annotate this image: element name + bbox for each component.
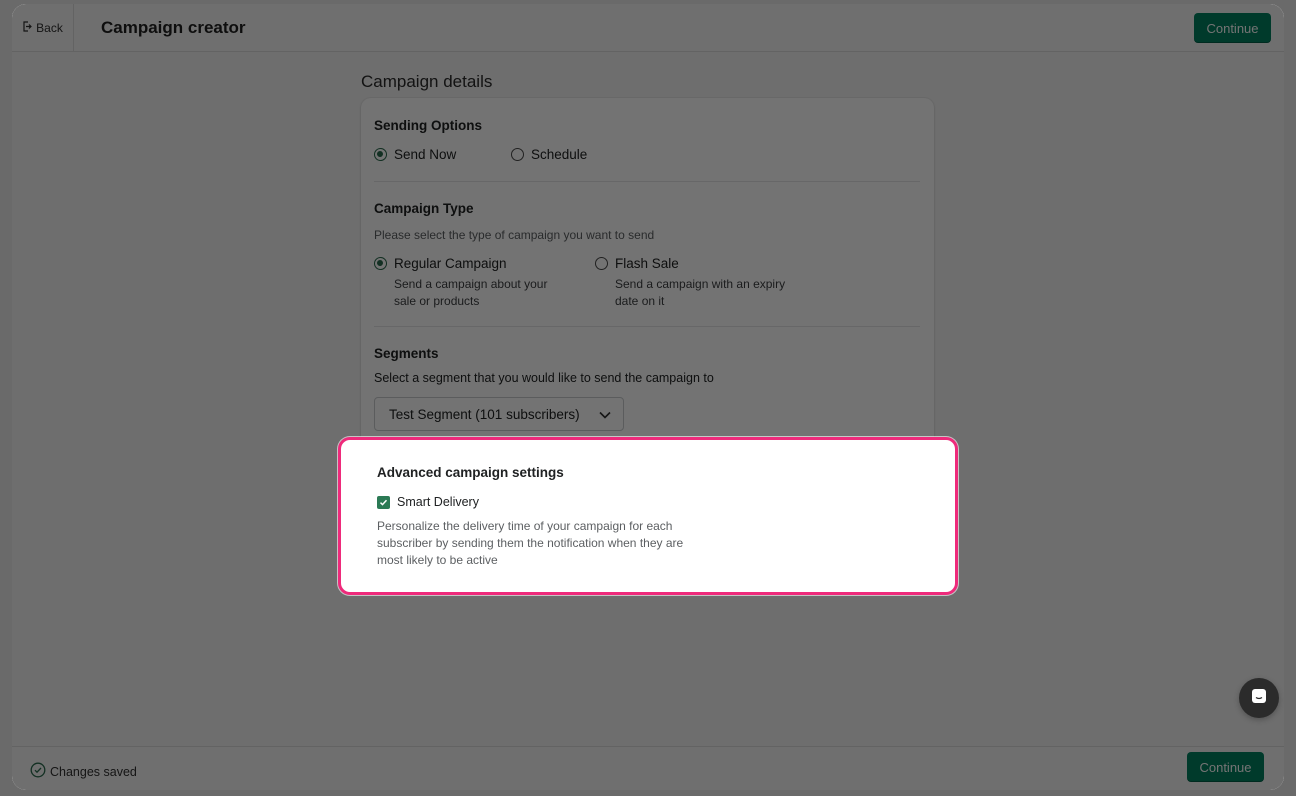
campaign-type-heading: Campaign Type xyxy=(374,201,474,216)
radio-button[interactable] xyxy=(374,148,387,161)
radio-button[interactable] xyxy=(511,148,524,161)
description-line: subscriber by sending them the notificat… xyxy=(377,536,684,550)
check-icon xyxy=(379,499,388,506)
radio-button[interactable] xyxy=(595,257,608,270)
chat-icon xyxy=(1250,687,1268,710)
chevron-down-icon xyxy=(599,407,611,422)
radio-label: Send Now xyxy=(394,147,457,162)
bottom-bar xyxy=(12,746,1284,790)
regular-campaign-description: Send a campaign about your sale or produ… xyxy=(394,276,547,310)
radio-label: Schedule xyxy=(531,147,588,162)
section-title: Campaign details xyxy=(361,72,493,91)
save-status-label: Changes saved xyxy=(50,764,137,779)
smart-delivery-label: Smart Delivery xyxy=(397,495,479,509)
radio-button[interactable] xyxy=(374,257,387,270)
description-line: date on it xyxy=(615,294,665,308)
radio-label: Regular Campaign xyxy=(394,256,507,271)
description-line: Personalize the delivery time of your ca… xyxy=(377,519,673,533)
segments-help: Select a segment that you would like to … xyxy=(374,371,714,385)
page-title: Campaign creator xyxy=(101,18,246,37)
flash-sale-description: Send a campaign with an expiry date on i… xyxy=(615,276,785,310)
radio-flash-sale[interactable]: Flash Sale xyxy=(595,256,679,271)
back-label: Back xyxy=(36,21,63,35)
back-button[interactable]: Back xyxy=(12,4,74,52)
divider xyxy=(374,181,920,182)
smart-delivery-checkbox[interactable]: Smart Delivery xyxy=(377,495,479,509)
checkbox-checked[interactable] xyxy=(377,495,390,509)
advanced-settings-highlight: Advanced campaign settings Smart Deliver… xyxy=(338,437,958,595)
segment-select-value: Test Segment (101 subscribers) xyxy=(389,406,580,422)
divider xyxy=(374,326,920,327)
campaign-type-help: Please select the type of campaign you w… xyxy=(374,228,655,242)
save-status: Changes saved xyxy=(30,762,137,781)
description-line: most likely to be active xyxy=(377,553,498,567)
advanced-settings-panel: Advanced campaign settings Smart Deliver… xyxy=(364,445,937,579)
segments-heading: Segments xyxy=(374,346,439,361)
continue-button-top[interactable]: Continue xyxy=(1194,13,1271,43)
continue-button-bottom[interactable]: Continue xyxy=(1187,752,1264,782)
description-line: sale or products xyxy=(394,294,480,308)
top-bar: Back Campaign creator Continue xyxy=(12,4,1284,52)
segment-select[interactable]: Test Segment (101 subscribers) xyxy=(374,397,624,431)
chat-button[interactable] xyxy=(1239,678,1279,718)
radio-label: Flash Sale xyxy=(615,256,679,271)
exit-icon xyxy=(22,21,33,35)
radio-send-now[interactable]: Send Now xyxy=(374,147,456,162)
app-frame: Back Campaign creator Continue Campaign … xyxy=(12,4,1284,790)
description-line: Send a campaign with an expiry xyxy=(615,277,786,291)
radio-regular-campaign[interactable]: Regular Campaign xyxy=(374,256,507,271)
sending-options-heading: Sending Options xyxy=(374,118,482,133)
radio-schedule[interactable]: Schedule xyxy=(511,147,587,162)
description-line: Send a campaign about your xyxy=(394,277,548,291)
advanced-settings-heading: Advanced campaign settings xyxy=(377,465,564,480)
smart-delivery-description: Personalize the delivery time of your ca… xyxy=(377,518,683,569)
check-circle-icon xyxy=(30,762,46,781)
